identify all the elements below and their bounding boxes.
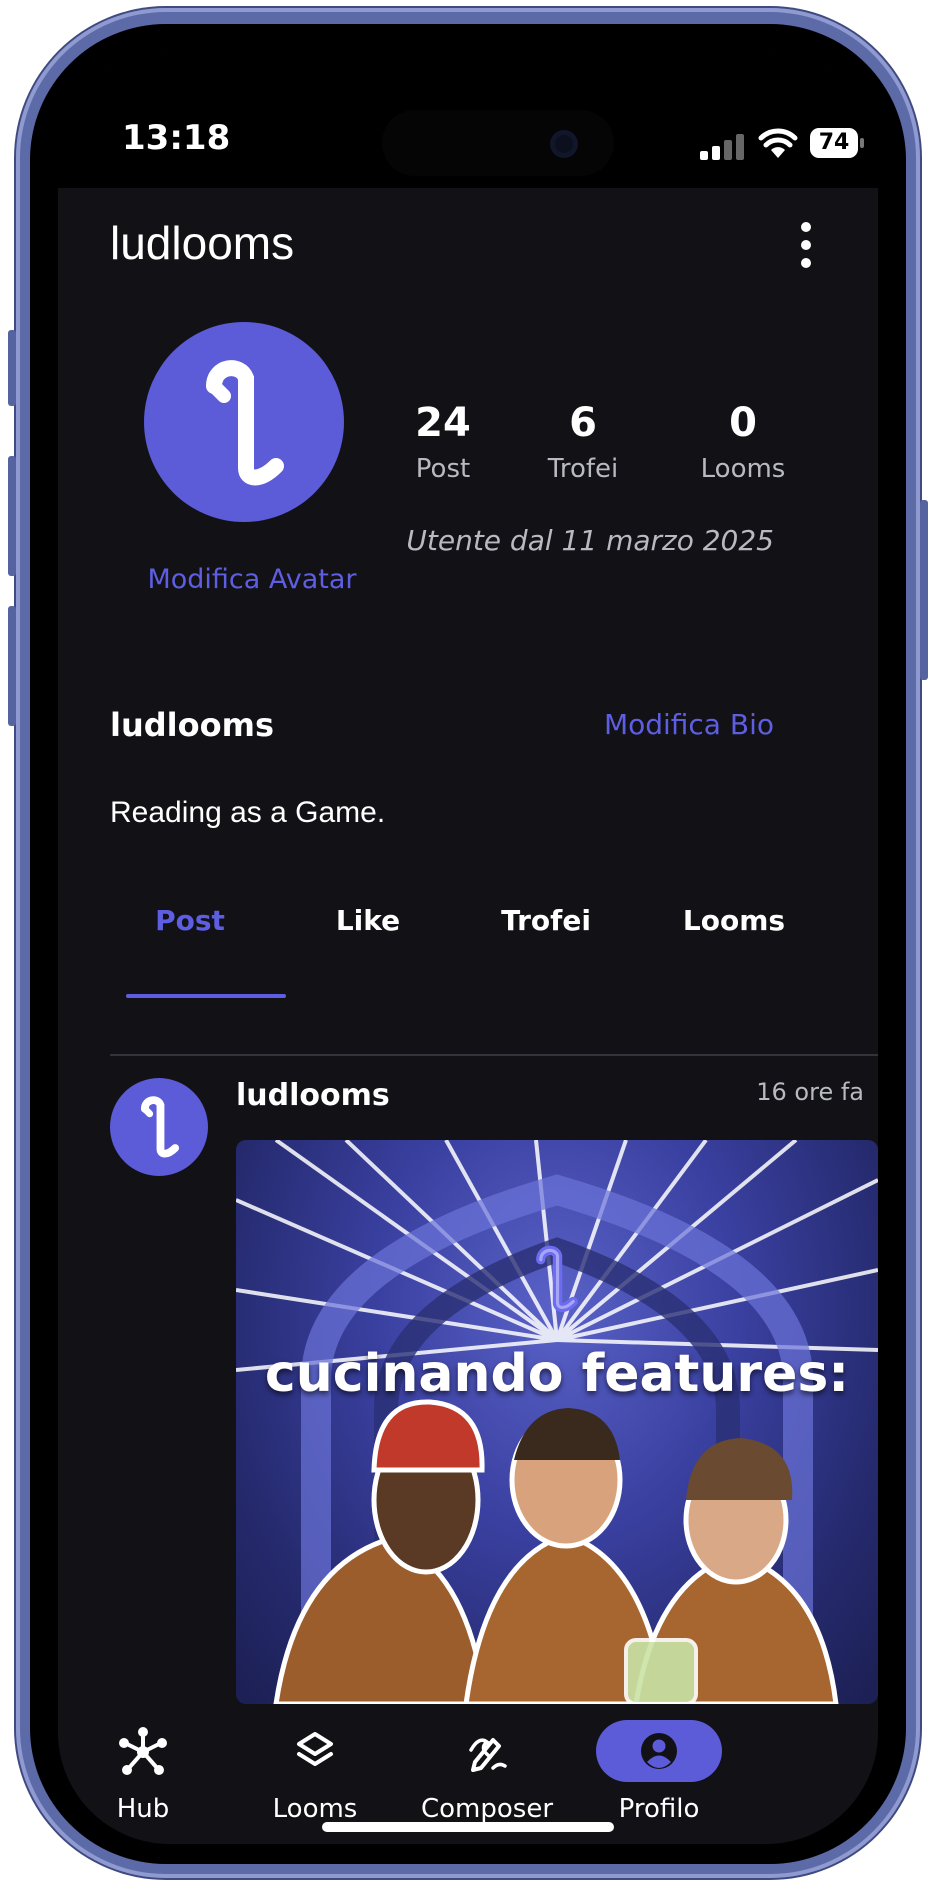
bio-text: Reading as a Game. bbox=[110, 796, 386, 829]
stat-value: 24 bbox=[415, 400, 471, 446]
nav-looms[interactable]: Looms bbox=[230, 1724, 400, 1824]
active-nav-pill bbox=[596, 1719, 722, 1782]
nav-label: Profilo bbox=[618, 1794, 700, 1824]
post-timestamp: 16 ore fa bbox=[756, 1078, 864, 1106]
home-indicator[interactable] bbox=[322, 1822, 614, 1832]
volume-up-button bbox=[8, 456, 16, 576]
stat-label: Trofei bbox=[547, 454, 619, 484]
page-title: ludlooms bbox=[110, 217, 295, 269]
avatar[interactable] bbox=[144, 322, 344, 522]
nav-profilo[interactable]: Profilo bbox=[574, 1719, 744, 1824]
tab-trofei[interactable]: Trofei bbox=[466, 904, 626, 937]
profile-icon bbox=[641, 1732, 677, 1769]
power-button bbox=[920, 500, 928, 680]
stat-looms[interactable]: 0 Looms bbox=[678, 400, 808, 484]
pen-icon bbox=[402, 1724, 572, 1780]
post-author[interactable]: ludlooms bbox=[236, 1078, 390, 1113]
dynamic-island bbox=[382, 110, 614, 176]
active-tab-indicator bbox=[126, 994, 286, 998]
phone-bezel: 13:18 74 ludlooms Modifica Avatar 24 Pos… bbox=[30, 24, 906, 1864]
stat-label: Post bbox=[415, 454, 471, 484]
joined-date: Utente dal 11 marzo 2025 bbox=[406, 524, 774, 557]
divider bbox=[110, 1054, 878, 1056]
battery-icon: 74 bbox=[810, 128, 864, 158]
wifi-icon bbox=[758, 126, 798, 162]
hub-icon bbox=[58, 1724, 228, 1780]
status-bar: 13:18 74 bbox=[58, 48, 878, 188]
edit-avatar-link[interactable]: Modifica Avatar bbox=[110, 564, 394, 595]
stat-value: 6 bbox=[569, 400, 597, 446]
bio-username: ludlooms bbox=[110, 706, 274, 744]
nav-label: Composer bbox=[420, 1794, 554, 1824]
nav-composer[interactable]: Composer bbox=[402, 1724, 572, 1824]
stat-label: Looms bbox=[700, 454, 786, 484]
profile-tabs: Post Like Trofei Looms bbox=[110, 904, 878, 1004]
ludlooms-logo-icon bbox=[206, 360, 284, 486]
post-image-caption: cucinando features: bbox=[264, 1344, 850, 1404]
nav-label: Looms bbox=[272, 1794, 358, 1824]
ludlooms-logo-icon bbox=[140, 1096, 180, 1158]
volume-down-button bbox=[8, 606, 16, 726]
post-image[interactable]: cucinando features: bbox=[236, 1140, 878, 1704]
camera-icon bbox=[550, 130, 578, 158]
action-button bbox=[8, 330, 16, 406]
tab-looms[interactable]: Looms bbox=[654, 904, 814, 937]
stat-posts[interactable]: 24 Post bbox=[378, 400, 508, 484]
stat-trophies[interactable]: 6 Trofei bbox=[518, 400, 648, 484]
tab-like[interactable]: Like bbox=[288, 904, 448, 937]
more-options-icon[interactable] bbox=[796, 222, 816, 282]
nav-label: Hub bbox=[116, 1794, 170, 1824]
signal-icon bbox=[700, 132, 748, 160]
edit-bio-link[interactable]: Modifica Bio bbox=[604, 708, 774, 741]
status-time: 13:18 bbox=[122, 118, 231, 158]
tab-post[interactable]: Post bbox=[110, 904, 270, 937]
stat-value: 0 bbox=[729, 400, 757, 446]
layers-icon bbox=[230, 1724, 400, 1780]
post-image-artwork bbox=[236, 1140, 878, 1704]
screen: 13:18 74 ludlooms Modifica Avatar 24 Pos… bbox=[58, 48, 878, 1844]
ludlooms-logo-icon bbox=[536, 1245, 578, 1313]
post-avatar[interactable] bbox=[110, 1078, 208, 1176]
nav-hub[interactable]: Hub bbox=[58, 1724, 228, 1824]
